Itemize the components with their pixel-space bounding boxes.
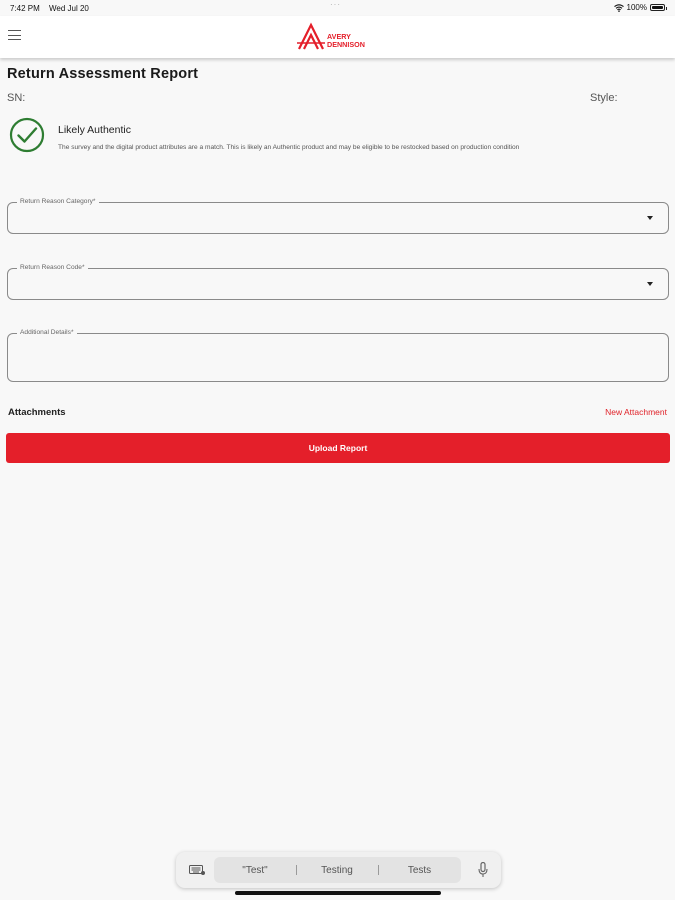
additional-details-label: Additional Details*: [17, 329, 77, 336]
suggestion-item[interactable]: Testing: [296, 857, 378, 883]
keyboard-icon[interactable]: [189, 865, 205, 875]
return-reason-category-label: Return Reason Category*: [17, 198, 99, 205]
app-header: AVERY DENNISON: [0, 16, 675, 58]
logo-text-line2: DENNISON: [327, 40, 365, 49]
dropdown-arrow-icon: [647, 216, 653, 220]
avery-dennison-logo: AVERY DENNISON: [297, 22, 365, 50]
authenticity-description: The survey and the digital product attri…: [58, 144, 520, 151]
style-label: Style:: [590, 92, 618, 104]
status-time: 7:42 PM: [10, 4, 40, 13]
return-reason-code-select[interactable]: Return Reason Code*: [7, 264, 669, 300]
microphone-icon[interactable]: [478, 862, 488, 878]
authenticity-status: Likely Authentic: [58, 124, 131, 136]
upload-report-button[interactable]: Upload Report: [6, 433, 670, 463]
return-reason-category-select[interactable]: Return Reason Category*: [7, 198, 669, 234]
suggestion-item[interactable]: Tests: [378, 857, 461, 883]
check-circle-icon: [9, 117, 45, 153]
wifi-icon: [613, 3, 624, 12]
home-indicator[interactable]: [235, 891, 441, 895]
keyboard-suggestion-bar: "Test" Testing Tests: [176, 852, 501, 888]
battery-percent: 100%: [626, 3, 647, 12]
status-indicators: 100%: [613, 3, 667, 12]
status-bar: 7:42 PM Wed Jul 20 ··· 100%: [0, 0, 675, 16]
return-reason-code-label: Return Reason Code*: [17, 264, 88, 271]
sn-label: SN:: [7, 92, 26, 104]
status-date: Wed Jul 20: [49, 4, 89, 13]
additional-details-input[interactable]: Additional Details*: [7, 329, 669, 382]
battery-icon: [650, 4, 667, 11]
suggestion-item[interactable]: "Test": [214, 857, 296, 883]
suggestion-group: "Test" Testing Tests: [214, 857, 461, 883]
multitasking-dots-icon[interactable]: ···: [330, 0, 341, 9]
attachments-heading: Attachments: [8, 407, 66, 418]
hamburger-menu-icon[interactable]: [8, 30, 22, 42]
new-attachment-link[interactable]: New Attachment: [605, 407, 667, 417]
page-title: Return Assessment Report: [7, 66, 199, 82]
dropdown-arrow-icon: [647, 282, 653, 286]
